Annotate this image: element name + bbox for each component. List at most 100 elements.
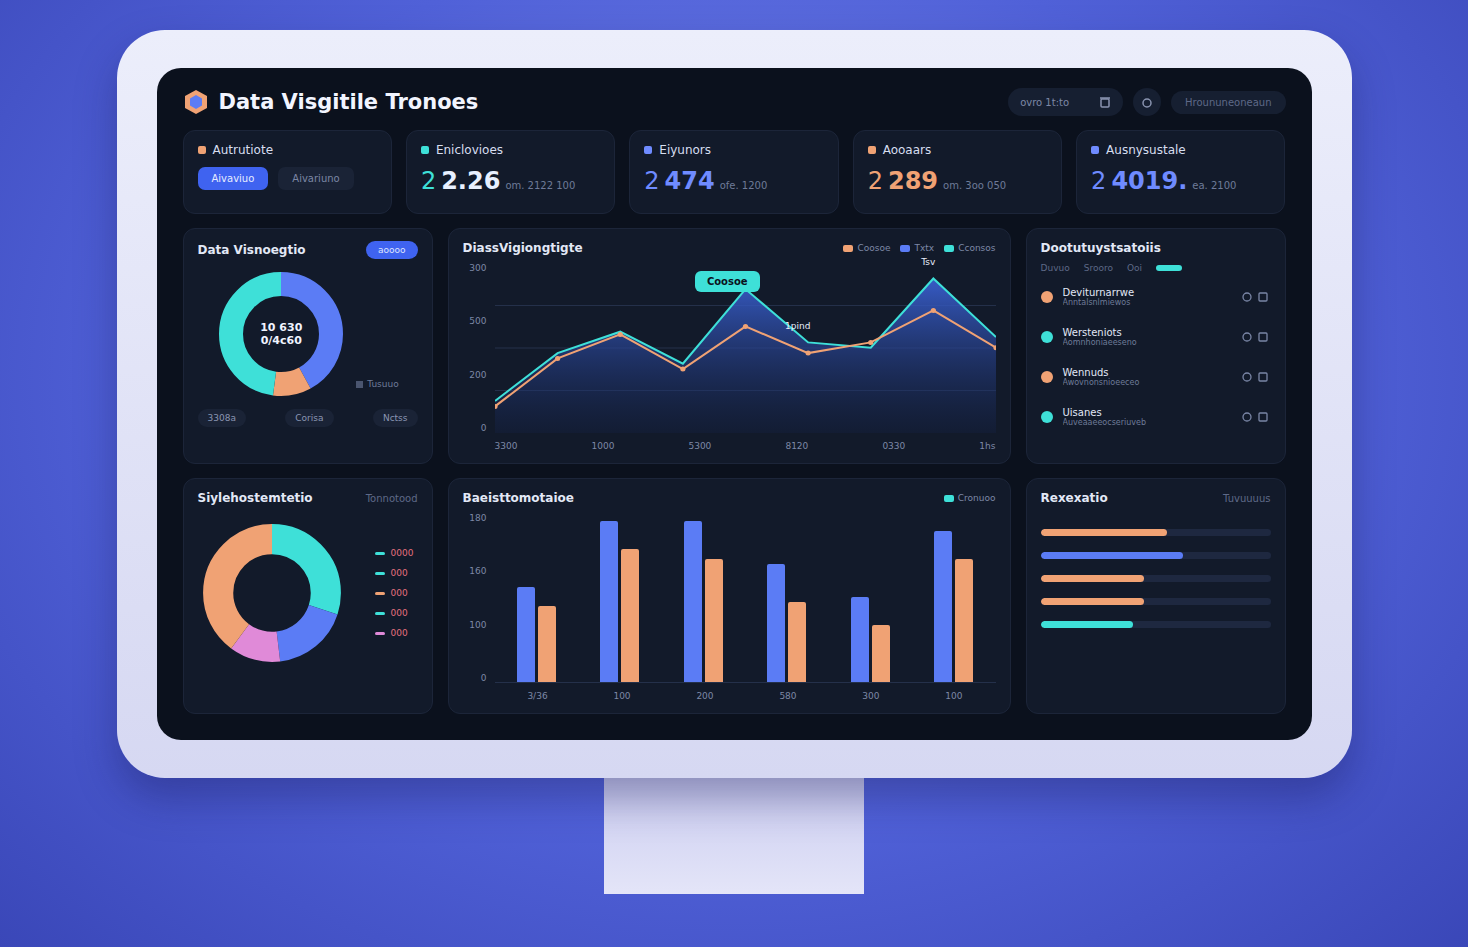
progress-fill — [1041, 575, 1145, 582]
bar[interactable] — [851, 597, 869, 682]
actions-icon[interactable] — [1241, 411, 1271, 423]
kpi-number: 2.26 — [441, 167, 500, 195]
account-pill[interactable]: Hroununeoneaun — [1171, 91, 1285, 114]
kpi-prefix: 2 — [644, 167, 659, 195]
card-title: Rexexatio — [1041, 491, 1108, 505]
bar[interactable] — [538, 606, 556, 682]
bar-group — [767, 513, 806, 682]
x-tick: 580 — [779, 691, 796, 701]
legend-swatch — [944, 245, 954, 252]
donut-segment — [218, 539, 326, 647]
brand: Data Visgitile Tronoes — [183, 89, 479, 115]
legend-swatch — [944, 495, 954, 502]
kpi-card: Eiyunors 2 474 ofe. 1200 — [629, 130, 838, 214]
card-title: DiassVigiongtigte — [463, 241, 583, 255]
legend-swatch — [375, 572, 385, 575]
plot: 1801601000 — [463, 513, 996, 683]
actions-icon[interactable] — [1241, 371, 1271, 383]
card-title: Siylehostemtetio — [198, 491, 313, 505]
bar[interactable] — [684, 521, 702, 682]
kpi-title: Autrutiote — [198, 143, 377, 157]
legend-item: Txtx — [900, 243, 934, 253]
item-sub: Awovnonsnioeeceo — [1063, 378, 1231, 387]
card-note: Tuvuuuus — [1223, 493, 1270, 504]
donut-card: Siylehostemtetio Tonnotood 0000000000000… — [183, 478, 433, 714]
bar[interactable] — [600, 521, 618, 682]
chip-button[interactable]: Nctss — [373, 409, 418, 427]
donut-segment — [231, 284, 331, 384]
legend-swatch — [375, 632, 385, 635]
line-point — [617, 332, 622, 337]
tooltip: Coosoe — [695, 271, 760, 292]
search-field[interactable]: ovro 1t:to — [1008, 88, 1123, 116]
tab-indicator — [1156, 265, 1182, 271]
badge[interactable]: aoooo — [366, 241, 418, 259]
line-point — [930, 308, 935, 313]
list-tab[interactable]: Srooro — [1084, 263, 1113, 273]
card-title: Baeisttomotaioe — [463, 491, 574, 505]
y-tick: 300 — [463, 263, 487, 273]
bar[interactable] — [767, 564, 785, 682]
y-tick: 200 — [463, 370, 487, 380]
toggle-button[interactable]: Aivaviuo — [198, 167, 269, 190]
chip-button[interactable]: Corisa — [285, 409, 333, 427]
kpi-prefix: 2 — [868, 167, 883, 195]
kpi-row: Autrutiote AivaviuoAivariunoEniclovioes … — [183, 130, 1286, 214]
kpi-sub: om. 3oo 050 — [943, 180, 1006, 191]
bar[interactable] — [705, 559, 723, 682]
status-dot — [1041, 291, 1053, 303]
bar[interactable] — [872, 625, 890, 682]
list-item[interactable]: Uisanes Auveaaeeocseriuveb — [1041, 401, 1271, 433]
legend-item: 000 — [375, 628, 414, 638]
line-series — [495, 310, 996, 406]
toggle-button[interactable]: Aivariuno — [278, 167, 353, 190]
item-text: Wennuds Awovnonsnioeeceo — [1063, 367, 1231, 387]
list-tab[interactable]: Ooi — [1127, 263, 1142, 273]
list-tab[interactable]: Duvuo — [1041, 263, 1070, 273]
bar[interactable] — [788, 602, 806, 682]
card-head: DiassVigiongtigte CoosoeTxtxCconsos — [463, 241, 996, 255]
bar[interactable] — [621, 549, 639, 682]
kpi-title: Ausnysustale — [1091, 143, 1270, 157]
kpi-prefix: 2 — [421, 167, 436, 195]
list-item[interactable]: Wersteniots Aomnhoniaeeseno — [1041, 321, 1271, 353]
bar[interactable] — [934, 531, 952, 682]
kpi-prefix: 2 — [1091, 167, 1106, 195]
point-label: Tsv — [921, 257, 935, 267]
item-sub: Auveaaeeocseriuveb — [1063, 418, 1231, 427]
progress-fill — [1041, 552, 1184, 559]
kpi-card: Ausnysustale 2 4019. ea. 2100 — [1076, 130, 1285, 214]
chip-button[interactable]: 3308a — [198, 409, 246, 427]
app-title: Data Visgitile Tronoes — [219, 90, 479, 114]
bar-group — [684, 513, 723, 682]
y-axis: 1801601000 — [463, 513, 487, 683]
line-point — [555, 356, 560, 361]
list-tabs: Duvuo Srooro Ooi — [1041, 263, 1271, 273]
chip-row: 3308a Corisa Nctss — [198, 409, 418, 427]
line-point — [993, 345, 996, 350]
actions-icon[interactable] — [1241, 331, 1271, 343]
kpi-value: 2 474 ofe. 1200 — [644, 167, 823, 195]
donut-center-text: 10 630 — [260, 321, 302, 334]
x-tick: 0330 — [882, 441, 905, 451]
item-text: Deviturnarrwe Anntalsnlmiewos — [1063, 287, 1231, 307]
actions-icon[interactable] — [1241, 291, 1271, 303]
settings-button[interactable] — [1133, 88, 1161, 116]
list-item[interactable]: Deviturnarrwe Anntalsnlmiewos — [1041, 281, 1271, 313]
kpi-number: 474 — [665, 167, 715, 195]
line-point — [680, 367, 685, 372]
list-item[interactable]: Wennuds Awovnonsnioeeceo — [1041, 361, 1271, 393]
bar-area — [495, 513, 996, 683]
page: Data Visgitile Tronoes ovro 1t:to Hrounu… — [0, 0, 1468, 947]
kpi-value: 2 289 om. 3oo 050 — [868, 167, 1047, 195]
x-tick: 3/36 — [527, 691, 547, 701]
line-point — [868, 340, 873, 345]
kpi-title: Aooaars — [868, 143, 1047, 157]
x-tick: 200 — [696, 691, 713, 701]
card-head: Rexexatio Tuvuuuus — [1041, 491, 1271, 505]
kpi-dot — [421, 146, 429, 154]
donut-area: 0000000000000000 — [198, 515, 418, 671]
bar[interactable] — [517, 587, 535, 682]
line-chart-card: DiassVigiongtigte CoosoeTxtxCconsos 3005… — [448, 228, 1011, 464]
bar[interactable] — [955, 559, 973, 682]
